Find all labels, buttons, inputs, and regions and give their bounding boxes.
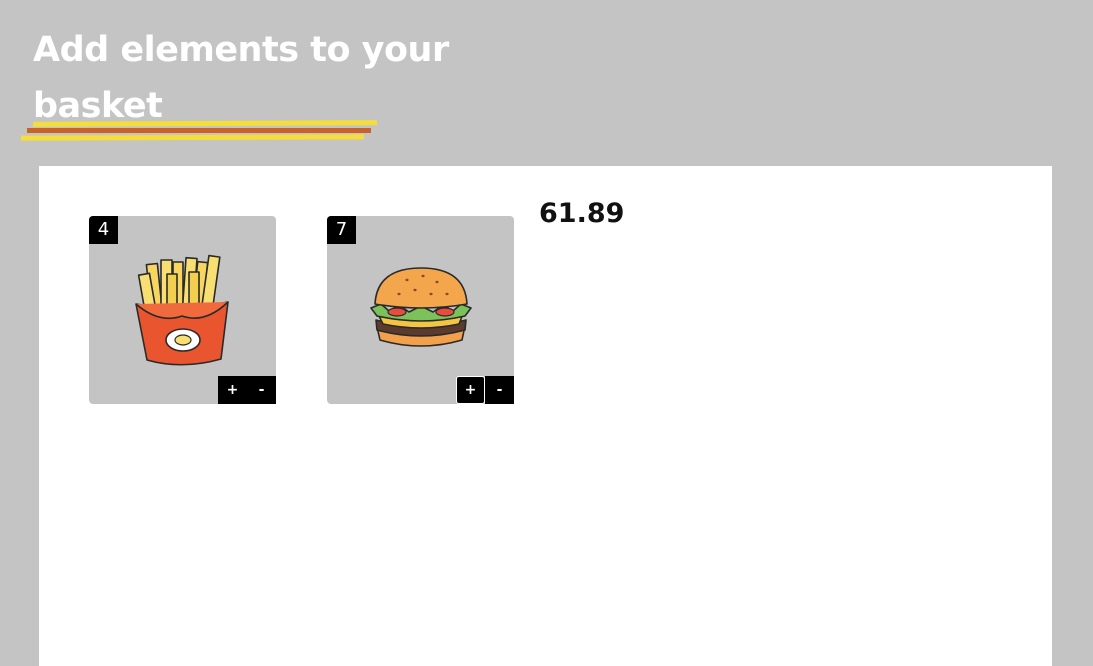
item-controls: + - bbox=[218, 376, 276, 404]
title-underline-yellow-bottom bbox=[20, 134, 365, 141]
title-underline-orange bbox=[27, 128, 371, 133]
basket-total: 61.89 bbox=[539, 198, 625, 229]
basket-panel: 4 + - 7 + - 61.89 bbox=[39, 166, 1052, 666]
page-title: Add elements to your basket bbox=[33, 22, 473, 134]
increment-button[interactable]: + bbox=[218, 376, 247, 404]
basket-item-burger: 7 + - bbox=[327, 216, 514, 404]
increment-button[interactable]: + bbox=[456, 376, 485, 404]
item-count-badge: 4 bbox=[89, 216, 118, 244]
page-title-line-1: Add elements to your bbox=[33, 30, 449, 70]
item-count-badge: 7 bbox=[327, 216, 356, 244]
basket-item-fries: 4 + - bbox=[89, 216, 276, 404]
decrement-button[interactable]: - bbox=[247, 376, 276, 404]
page: Add elements to your basket 4 + - 7 + - … bbox=[0, 0, 1093, 666]
item-controls: + - bbox=[456, 376, 514, 404]
decrement-button[interactable]: - bbox=[485, 376, 514, 404]
